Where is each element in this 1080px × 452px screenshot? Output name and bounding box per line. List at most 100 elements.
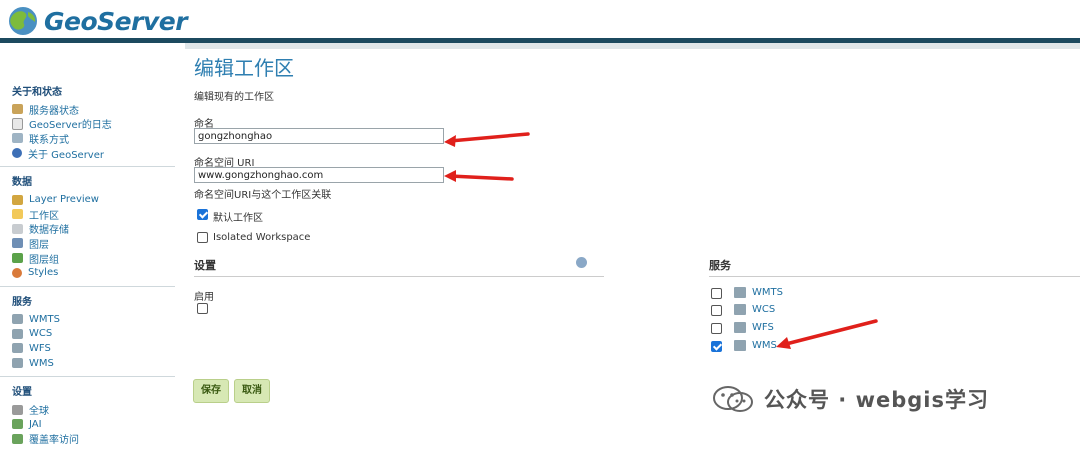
logo-text: GeoServer: [44, 6, 188, 36]
sidebar-item-about[interactable]: 关于 GeoServer: [0, 146, 175, 161]
sidebar-section-title: 设置: [0, 376, 175, 402]
sidebar-item-wms[interactable]: WMS: [0, 356, 175, 371]
settings-title: 设置: [194, 259, 216, 272]
service-item-wcs[interactable]: WCS: [734, 304, 775, 315]
wmts-checkbox[interactable]: [711, 288, 722, 299]
service-icon: [734, 340, 746, 351]
sidebar-section-data: 数据 Layer Preview 工作区 数据存储 图层 图层组 Styles: [0, 166, 175, 280]
sidebar-item-label: WMTS: [29, 313, 60, 325]
folder-icon: [12, 209, 23, 220]
sidebar-item-global[interactable]: 全球: [0, 402, 175, 417]
palette-icon: [12, 267, 22, 278]
server-icon: [12, 404, 23, 415]
sidebar-section-title: 服务: [0, 285, 175, 312]
sidebar-item-layer-preview[interactable]: Layer Preview: [0, 192, 175, 207]
info-icon: [12, 148, 22, 159]
wfs-checkbox[interactable]: [711, 323, 722, 334]
sidebar-item-label: WMS: [29, 357, 54, 369]
sidebar-item-label: GeoServer的日志: [29, 120, 112, 132]
wms-checkbox[interactable]: [711, 341, 722, 352]
sidebar-item-label: WFS: [29, 342, 51, 354]
layers-icon: [12, 238, 23, 249]
sidebar-item-label: Layer Preview: [29, 194, 99, 206]
default-workspace-label: 默认工作区: [213, 213, 263, 224]
server-status-icon: [12, 104, 23, 115]
sidebar-item-label: 联系方式: [29, 134, 69, 146]
content-top-bar: [185, 43, 1080, 49]
sidebar-item-contact[interactable]: 联系方式: [0, 131, 175, 146]
layer-group-icon: [12, 253, 23, 264]
sidebar-item-workspaces[interactable]: 工作区: [0, 207, 175, 222]
sidebar-section-settings: 设置 全球 JAI 覆盖率访问: [0, 376, 175, 446]
sidebar-item-label: 工作区: [29, 210, 59, 222]
service-icon: [12, 343, 23, 354]
contact-card-icon: [12, 133, 23, 144]
wcs-checkbox[interactable]: [711, 305, 722, 316]
sidebar-item-label: JAI: [29, 418, 42, 430]
sidebar-section-services: 服务 WMTS WCS WFS WMS: [0, 285, 175, 371]
sidebar-item-logs[interactable]: GeoServer的日志: [0, 117, 175, 132]
sidebar-section-about: 关于和状态 服务器状态 GeoServer的日志 联系方式 关于 GeoServ…: [0, 77, 175, 161]
service-item-wms[interactable]: WMS: [734, 340, 777, 351]
globe-logo-icon: [4, 4, 42, 38]
page-subtitle: 编辑现有的工作区: [194, 92, 274, 103]
image-icon: [12, 419, 23, 430]
sidebar-item-label: 数据存储: [29, 225, 69, 237]
service-icon: [12, 314, 23, 325]
save-button[interactable]: 保存: [193, 379, 229, 403]
sidebar-item-jai[interactable]: JAI: [0, 417, 175, 432]
service-icon: [734, 304, 746, 315]
service-label: WMTS: [752, 287, 783, 298]
sidebar-item-layer-groups[interactable]: 图层组: [0, 251, 175, 266]
sidebar-item-label: 图层组: [29, 254, 59, 266]
settings-enabled-checkbox[interactable]: [197, 303, 208, 314]
coverage-icon: [12, 433, 23, 444]
geoserver-logo[interactable]: GeoServer: [4, 4, 188, 38]
wechat-icon: [712, 385, 756, 413]
cancel-button[interactable]: 取消: [234, 379, 270, 403]
sidebar-section-title: 数据: [0, 166, 175, 192]
document-icon: [12, 117, 23, 130]
sidebar-item-label: 服务器状态: [29, 105, 79, 117]
uri-hint: 命名空间URI与这个工作区关联: [194, 190, 332, 201]
service-icon: [12, 358, 23, 369]
page-title: 编辑工作区: [194, 56, 294, 80]
sidebar-item-wfs[interactable]: WFS: [0, 341, 175, 356]
services-panel-title: 服务: [709, 257, 1080, 277]
sidebar-item-label: 覆盖率访问: [29, 435, 79, 447]
sidebar-item-styles[interactable]: Styles: [0, 265, 175, 280]
layer-preview-icon: [12, 194, 23, 205]
header: GeoServer: [0, 0, 1080, 43]
sidebar-item-wcs[interactable]: WCS: [0, 327, 175, 342]
sidebar-item-stores[interactable]: 数据存储: [0, 222, 175, 237]
sidebar-item-server-status[interactable]: 服务器状态: [0, 102, 175, 117]
sidebar: 关于和状态 服务器状态 GeoServer的日志 联系方式 关于 GeoServ…: [0, 75, 175, 452]
isolated-workspace-checkbox[interactable]: [197, 232, 208, 243]
sidebar-item-label: 图层: [29, 239, 49, 251]
sidebar-item-wmts[interactable]: WMTS: [0, 312, 175, 327]
default-workspace-checkbox[interactable]: [197, 209, 208, 220]
sidebar-item-label: 关于 GeoServer: [28, 149, 104, 161]
sidebar-item-layers[interactable]: 图层: [0, 236, 175, 251]
service-item-wmts[interactable]: WMTS: [734, 287, 783, 298]
help-icon[interactable]: [576, 257, 587, 268]
isolated-workspace-label: Isolated Workspace: [213, 232, 311, 243]
service-icon: [734, 322, 746, 333]
services-title: 服务: [709, 259, 731, 272]
annotation-arrow-icon: [776, 319, 878, 349]
service-icon: [734, 287, 746, 298]
namespace-uri-input[interactable]: www.gongzhonghao.com: [194, 167, 444, 183]
sidebar-item-coverage-access[interactable]: 覆盖率访问: [0, 432, 175, 447]
sidebar-item-label: Styles: [28, 267, 59, 279]
service-label: WFS: [752, 322, 774, 333]
annotation-arrow-icon: [444, 132, 530, 147]
annotation-arrow-icon: [444, 170, 514, 182]
watermark-text: 公众号 · webgis学习: [764, 388, 990, 412]
sidebar-item-label: WCS: [29, 328, 53, 340]
name-input[interactable]: gongzhonghao: [194, 128, 444, 144]
service-icon: [12, 328, 23, 339]
service-item-wfs[interactable]: WFS: [734, 322, 774, 333]
sidebar-section-title: 关于和状态: [12, 87, 62, 98]
database-icon: [12, 223, 23, 234]
enabled-label: 启用: [194, 292, 214, 303]
